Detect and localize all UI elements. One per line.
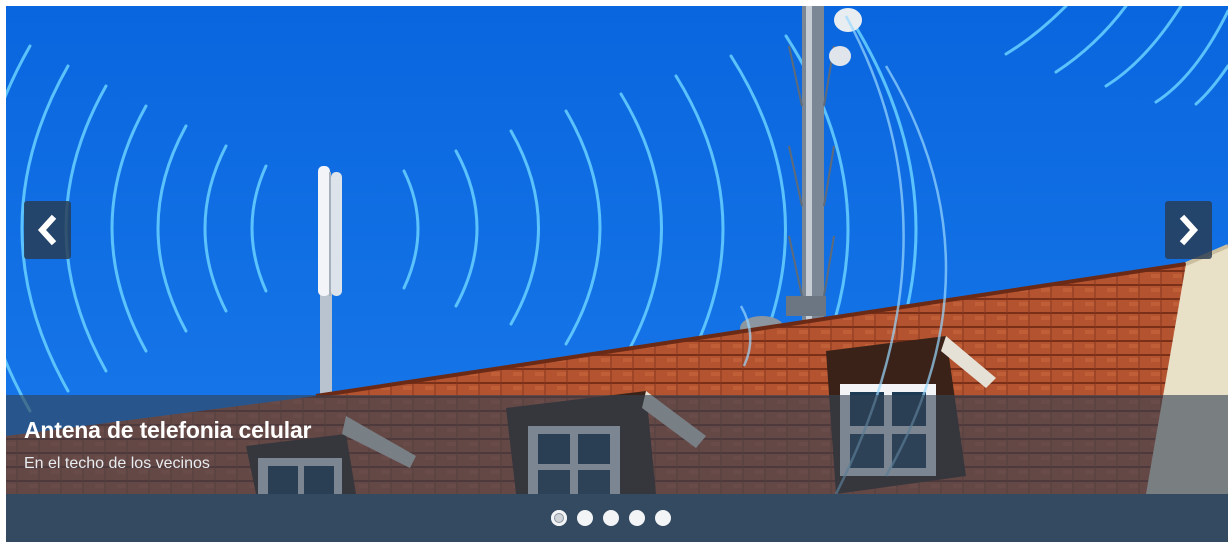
pagination-dot-5[interactable] — [655, 510, 671, 526]
next-slide-button[interactable] — [1165, 201, 1212, 259]
slide-caption: Antena de telefonia celular En el techo … — [6, 395, 1228, 494]
pagination-dot-4[interactable] — [629, 510, 645, 526]
pagination-dot-3[interactable] — [603, 510, 619, 526]
chevron-right-icon — [1179, 214, 1199, 246]
pagination-dot-1[interactable] — [551, 510, 567, 526]
caption-title: Antena de telefonia celular — [24, 417, 312, 443]
caption-subtitle: En el techo de los vecinos — [24, 455, 210, 472]
image-slider: Antena de telefonia celular En el techo … — [6, 6, 1228, 542]
prev-slide-button[interactable] — [24, 201, 71, 259]
pagination-dot-2[interactable] — [577, 510, 593, 526]
chevron-left-icon — [37, 214, 57, 246]
slider-pagination-bar — [6, 494, 1228, 542]
